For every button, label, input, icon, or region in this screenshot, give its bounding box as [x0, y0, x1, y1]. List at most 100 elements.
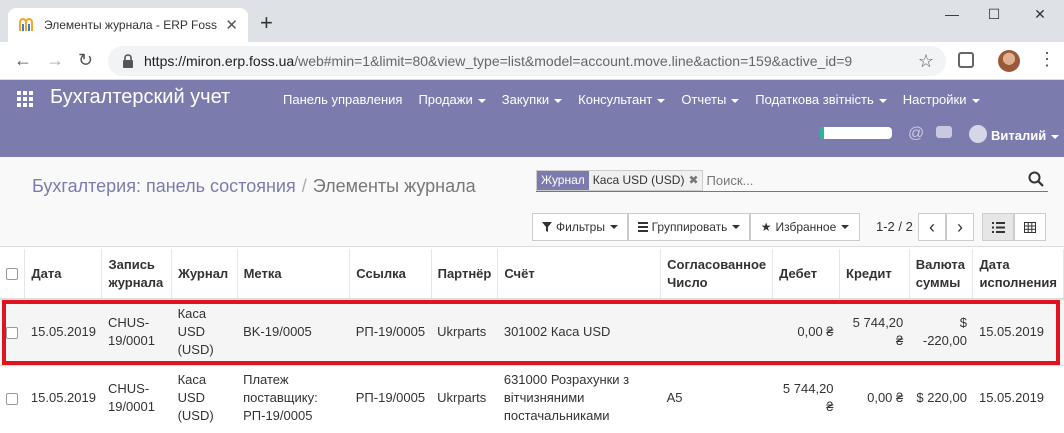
main-menu: Панель управления Продажи Закупки Консул… [283, 92, 980, 107]
column-header[interactable]: Запись журнала [101, 249, 173, 300]
search-input[interactable] [706, 172, 1007, 188]
profile-avatar[interactable] [998, 50, 1020, 72]
select-all-checkbox-cell[interactable] [0, 249, 26, 300]
cell-due-date: 15.05.2019 [972, 364, 1064, 431]
back-button[interactable]: ← [14, 50, 32, 70]
column-header[interactable]: Согласованное Число [660, 249, 774, 300]
progress-fill [820, 127, 824, 139]
window-close-button[interactable]: ✕ [1030, 6, 1050, 23]
column-header[interactable]: Счёт [497, 249, 662, 300]
forward-button[interactable]: → [46, 50, 64, 70]
table-row[interactable]: 15.05.2019 CHUS-19/0001 Каса USD (USD) П… [0, 364, 1064, 431]
search-facet: Журнал Каса USD (USD) ✖ [536, 169, 703, 191]
menu-label: Продажи [418, 92, 473, 107]
breadcrumb-current: Элементы журнала [312, 176, 476, 196]
table-row[interactable]: 15.05.2019 CHUS-19/0001 Каса USD (USD) B… [0, 298, 1064, 365]
menu-item-purchases[interactable]: Закупки [502, 92, 563, 107]
pivot-view-button[interactable] [1014, 213, 1046, 241]
caret-down-icon [657, 98, 666, 103]
menu-label: Консультант [578, 92, 653, 107]
odoo-favicon-icon [18, 17, 34, 33]
search-bar: Журнал Каса USD (USD) ✖ [536, 169, 1048, 192]
menu-item-adviser[interactable]: Консультант [578, 92, 666, 107]
row-checkbox[interactable] [6, 392, 18, 405]
journal-items-table: Дата Запись журнала Журнал Метка Ссылка … [0, 249, 1064, 431]
menu-item-sales[interactable]: Продажи [418, 92, 486, 107]
column-header[interactable]: Партнёр [431, 249, 499, 300]
menu-item-tax-reporting[interactable]: Податкова звітність [755, 92, 887, 107]
cell-amount-currency: $ -220,00 [909, 298, 973, 365]
row-checkbox-cell[interactable] [0, 298, 25, 365]
caret-down-icon [841, 225, 850, 229]
column-header[interactable]: Кредит [839, 249, 910, 300]
filters-button[interactable]: Фильтры [532, 213, 628, 241]
column-header[interactable]: Журнал [171, 249, 238, 300]
cell-move: CHUS-19/0001 [101, 298, 172, 365]
app-navbar: Бухгалтерский учет Панель управления Про… [0, 80, 1064, 157]
cell-date: 15.05.2019 [24, 364, 102, 431]
caret-down-icon [971, 98, 980, 103]
browser-tab[interactable]: Элементы журнала - ERP Foss ✕ [8, 8, 248, 42]
breadcrumb-separator: / [301, 176, 307, 196]
cell-credit: 5 744,20 ₴ [839, 298, 910, 365]
browser-toolbar: ← → ↻ https://miron.erp.foss.ua/web#min=… [0, 42, 1064, 80]
list-view-button[interactable] [982, 213, 1014, 241]
select-all-checkbox[interactable] [6, 268, 18, 281]
menu-item-reports[interactable]: Отчеты [681, 92, 740, 107]
menu-label: Податкова звітність [755, 92, 874, 107]
cell-journal: Каса USD (USD) [171, 298, 238, 365]
column-header[interactable]: Дата [24, 249, 103, 300]
menu-label: Панель управления [283, 92, 403, 107]
address-bar[interactable]: https://miron.erp.foss.ua/web#min=1&limi… [108, 46, 946, 76]
favorites-button[interactable]: ★ Избранное [750, 213, 860, 241]
facet-remove-icon[interactable]: ✖ [688, 173, 701, 187]
user-menu[interactable]: Виталий [991, 128, 1060, 143]
new-tab-button[interactable]: + [260, 12, 273, 34]
browser-menu-icon[interactable]: ⋮ [1038, 50, 1056, 68]
apps-menu-icon[interactable] [17, 91, 33, 107]
menu-item-settings[interactable]: Настройки [903, 92, 980, 107]
column-header[interactable]: Дата исполнения [972, 249, 1064, 300]
lock-icon [122, 54, 134, 68]
user-name: Виталий [991, 128, 1047, 143]
row-checkbox[interactable] [6, 326, 18, 339]
onboarding-progress-bar[interactable] [820, 127, 892, 139]
extension-icon[interactable] [958, 52, 974, 68]
url-host: https://miron.erp.foss.ua [144, 53, 295, 69]
reload-button[interactable]: ↻ [78, 50, 93, 70]
filters-label: Фильтры [556, 220, 605, 234]
at-icon[interactable]: @ [908, 125, 924, 143]
breadcrumb: Бухгалтерия: панель состояния / Элементы ж… [32, 176, 476, 197]
search-icon[interactable] [1028, 171, 1044, 190]
list-view-icon [991, 221, 1005, 233]
pager-next-button[interactable]: › [946, 213, 974, 241]
group-by-button[interactable]: Группировать [628, 213, 750, 241]
column-header[interactable]: Ссылка [349, 249, 432, 300]
breadcrumb-link-dashboard[interactable]: Бухгалтерия: панель состояния [32, 176, 296, 196]
cell-matching: A5 [660, 364, 773, 431]
chat-icon[interactable] [936, 126, 952, 138]
favorites-label: Избранное [775, 220, 837, 234]
cell-label: Платеж поставщику: РП-19/0005 [237, 364, 350, 431]
pager-value[interactable]: 1-2 / 2 [876, 219, 913, 234]
column-header[interactable]: Валюта суммы [909, 249, 974, 300]
facet-value: Каса USD (USD) [592, 173, 685, 187]
maximize-button[interactable]: ☐ [984, 6, 1004, 23]
cell-ref: РП-19/0005 [349, 364, 432, 431]
menu-item-dashboard[interactable]: Панель управления [283, 92, 402, 107]
column-header[interactable]: Метка [237, 249, 351, 300]
minimize-button[interactable]: — [942, 6, 962, 22]
cell-account: 631000 Розрахунки з вітчизняними постача… [497, 364, 661, 431]
url-path: /web#min=1&limit=80&view_type=list&model… [294, 53, 853, 69]
cell-debit: 0,00 ₴ [772, 298, 840, 365]
row-checkbox-cell[interactable] [0, 364, 25, 431]
tab-close-icon[interactable]: ✕ [225, 16, 238, 34]
cell-account: 301002 Каса USD [497, 298, 661, 365]
bookmark-star-icon[interactable]: ☆ [918, 51, 934, 72]
caret-down-icon [878, 98, 887, 103]
pager-previous-button[interactable]: ‹ [918, 213, 946, 241]
column-header[interactable]: Дебет [772, 249, 841, 300]
avatar[interactable] [969, 125, 987, 143]
caret-down-icon [477, 98, 486, 103]
table-grid-icon [1024, 221, 1036, 233]
